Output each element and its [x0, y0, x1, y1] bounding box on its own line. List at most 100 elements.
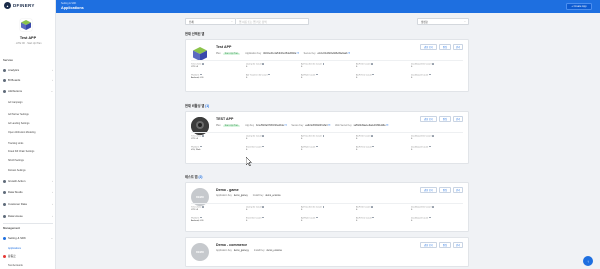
manage-button[interactable]: 관리	[453, 242, 463, 248]
app-subtitle: · LITE OF · Start Up Plan	[14, 42, 42, 45]
sub-domain-settings[interactable]: Domain Settings	[0, 167, 55, 173]
page-title: Applications	[61, 6, 84, 10]
sort-select[interactable]: 생성순 ⌄	[417, 18, 469, 25]
info-icon[interactable]	[372, 145, 375, 148]
edit-button[interactable]: 편집	[439, 242, 451, 248]
nav-growth-action[interactable]: Growth Action ›	[0, 177, 55, 185]
logo[interactable]: ▲ DFINERY	[0, 0, 55, 11]
manage-button[interactable]: 관리	[453, 44, 463, 50]
info-icon[interactable]	[428, 145, 431, 148]
manage-button[interactable]: 관리	[453, 116, 463, 122]
stat-value: 0	[301, 137, 303, 140]
stat-value: Android, iOS	[191, 219, 204, 222]
app-card-demo-commerce[interactable]: DEMO Demo - commerce Application Key demo…	[185, 237, 469, 267]
board-icon	[3, 78, 6, 82]
card-actions: 권한 보기 편집 관리	[418, 187, 463, 193]
nav-attributions[interactable]: Attributions ⌄	[0, 87, 55, 95]
edit-button[interactable]: 편집	[439, 187, 451, 193]
edit-button[interactable]: 편집	[439, 116, 451, 122]
nav-data-studio[interactable]: Data Studio ›	[0, 188, 55, 196]
sub-open-attribution-modeling[interactable]: Open Attribution Modeling	[0, 129, 55, 135]
chevron-right-icon: ›	[52, 78, 53, 82]
info-icon[interactable]	[371, 206, 373, 208]
sub-ad-landing-settings[interactable]: Ad Landing Settings	[0, 120, 55, 126]
manage-button[interactable]: 관리	[453, 187, 463, 193]
info-icon[interactable]	[262, 206, 265, 208]
info-icon[interactable]	[372, 216, 375, 219]
nav-analytics[interactable]: Analytics ›	[0, 66, 55, 74]
app-cube-icon	[20, 19, 32, 31]
info-icon[interactable]	[316, 145, 318, 148]
edit-button[interactable]: 편집	[439, 44, 451, 50]
app-card-demo-game[interactable]: DEMO Demo - game Application Key demo_gam…	[185, 182, 469, 232]
info-icon[interactable]	[432, 63, 434, 65]
view-permission-button[interactable]: 권한 보기	[420, 242, 437, 248]
card-divider	[191, 203, 463, 204]
stat-value: 0	[411, 148, 413, 151]
filter-select[interactable]: 전체 ⌄	[185, 18, 236, 25]
sub-skan-settings[interactable]: SKAN Settings	[0, 157, 55, 163]
sub-applications[interactable]: Applications	[0, 245, 55, 251]
info-icon[interactable]	[202, 135, 204, 137]
sub-ad-campaign[interactable]: Ad Campaign	[0, 99, 55, 105]
view-permission-button[interactable]: 권한 보기	[420, 44, 437, 50]
view-permission-button[interactable]: 권한 보기	[420, 116, 437, 122]
up-arrow-icon[interactable]: ↑	[583, 256, 593, 266]
app-card-test-app-2[interactable]: TEST APP Plan Start Up Plan App Key bc1e58…	[185, 111, 469, 164]
info-icon[interactable]	[199, 145, 202, 148]
info-icon[interactable]	[428, 73, 431, 76]
info-icon[interactable]	[202, 63, 204, 65]
info-icon[interactable]	[262, 145, 264, 148]
copy-icon[interactable]: ❐	[328, 124, 330, 127]
stat-cell: Query ilie Count 0	[246, 63, 301, 69]
stat-value: Android, iOS	[191, 76, 204, 79]
nav-setting-sdk[interactable]: Setting & SDK ⌄	[0, 234, 55, 242]
info-icon[interactable]	[316, 216, 318, 219]
info-icon[interactable]	[432, 206, 434, 208]
info-icon[interactable]	[322, 206, 325, 208]
management-label: Management	[3, 226, 21, 230]
chart-icon	[3, 68, 6, 72]
info-icon[interactable]	[371, 63, 373, 65]
copy-icon[interactable]: ❐	[386, 124, 388, 127]
info-icon[interactable]	[316, 73, 318, 76]
info-icon[interactable]	[371, 135, 373, 137]
mouse-cursor-icon	[246, 157, 252, 166]
nav-user[interactable]: 활동로	[0, 252, 55, 260]
search-input[interactable]: 앱 이름 또는 앱 키로 검색	[236, 18, 309, 25]
create-app-button[interactable]: + Create App	[566, 3, 592, 10]
user-icon	[3, 254, 6, 258]
copy-icon[interactable]: ❐	[348, 52, 350, 55]
sub-test-accounts[interactable]: Test Accounts	[0, 262, 55, 268]
stat-cell: ACR Test Count 0	[356, 145, 411, 152]
view-permission-button[interactable]: 권한 보기	[420, 187, 437, 193]
info-icon[interactable]	[268, 73, 270, 76]
info-icon[interactable]	[262, 135, 265, 137]
info-icon[interactable]	[322, 63, 325, 65]
info-icon[interactable]	[262, 63, 265, 65]
chevron-right-icon: ›	[52, 190, 53, 194]
app-name: Demo - commerce	[216, 243, 248, 247]
stat-value: iOS, Web	[191, 148, 201, 151]
stat-value: 0	[411, 137, 413, 140]
card-actions: 권한 보기 편집 관리	[418, 116, 463, 122]
copy-icon[interactable]: ❐	[297, 52, 299, 55]
breadcrumb-parent[interactable]: Setting & SDK	[61, 2, 76, 5]
info-icon[interactable]	[262, 216, 264, 219]
nav-bi-boards[interactable]: BI Boards ›	[0, 76, 55, 84]
info-icon[interactable]	[372, 73, 375, 76]
sub-ad-partner-settings[interactable]: Ad Partner Settings	[0, 111, 55, 117]
copy-icon[interactable]: ❐	[284, 124, 286, 127]
info-icon[interactable]	[199, 73, 202, 76]
stat-value: 0	[411, 76, 413, 79]
nav-customer-data[interactable]: Customer Data ›	[0, 200, 55, 208]
app-card-test-app[interactable]: Test APP Plan Start Up Plan Application K…	[185, 39, 469, 92]
sub-tracking-links[interactable]: Tracking Links	[0, 140, 55, 146]
info-icon[interactable]	[428, 216, 431, 219]
info-icon[interactable]	[432, 135, 434, 137]
nav-data-house[interactable]: Data House ›	[0, 212, 55, 220]
info-icon[interactable]	[322, 135, 325, 137]
info-icon[interactable]	[202, 206, 204, 208]
sub-fraud-kill-chain-settings[interactable]: Fraud Kill Chain Settings	[0, 148, 55, 154]
info-icon[interactable]	[199, 216, 202, 219]
